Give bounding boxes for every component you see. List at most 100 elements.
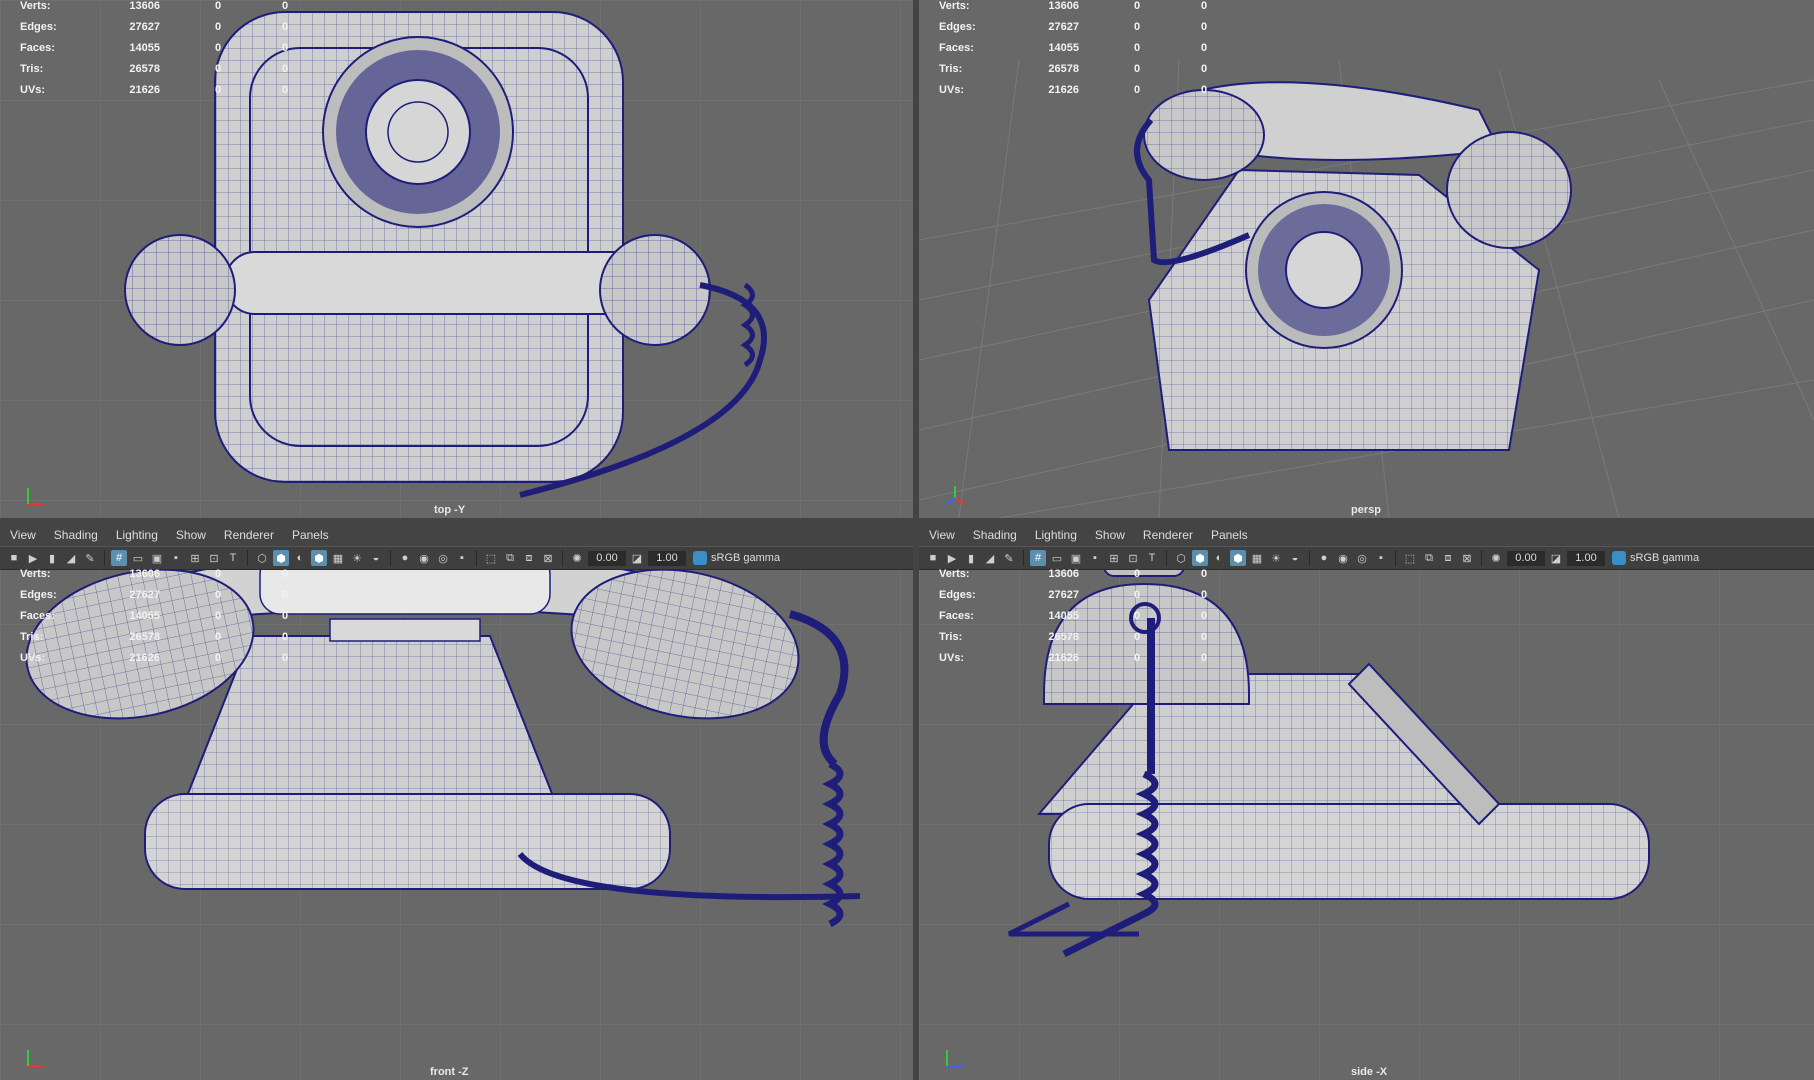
motion-blur-icon[interactable]: ◉ <box>1335 550 1351 566</box>
grease-pencil-icon[interactable]: ✎ <box>82 550 98 566</box>
toolbar-separator <box>1166 550 1167 566</box>
camera-label-front: front -Z <box>430 1066 469 1078</box>
toolbar-separator <box>104 550 105 566</box>
smooth-shade-icon[interactable]: ⬢ <box>273 550 289 566</box>
axis-gizmo-icon <box>27 1050 44 1067</box>
motion-blur-icon[interactable]: ◉ <box>416 550 432 566</box>
menu-show[interactable]: Show <box>1095 528 1125 542</box>
textured-icon[interactable]: ▦ <box>1249 550 1265 566</box>
menu-lighting[interactable]: Lighting <box>116 528 158 542</box>
gamma-icon[interactable]: ◪ <box>629 550 645 566</box>
bookmark-icon[interactable]: ▮ <box>44 550 60 566</box>
grid-icon[interactable]: # <box>111 550 127 566</box>
menu-panels[interactable]: Panels <box>1211 528 1248 542</box>
axis-gizmo-icon <box>946 1050 963 1067</box>
isolate-select-icon[interactable]: ⬚ <box>1402 550 1418 566</box>
viewport-top[interactable]: Verts: 13606 0 0 Edges: 27627 0 0 Faces: 14055 0… <box>0 0 913 518</box>
viewport-menubar-side: View Shading Lighting Show Renderer Pane… <box>919 524 1814 546</box>
color-management-icon <box>1612 551 1626 565</box>
viewport-side[interactable]: View Shading Lighting Show Renderer Pane… <box>919 524 1814 1080</box>
resolution-gate-icon[interactable]: ▣ <box>1068 550 1084 566</box>
exposure-icon[interactable]: ✺ <box>569 550 585 566</box>
shadows-icon[interactable]: ◒ <box>1287 550 1303 566</box>
default-material-icon[interactable]: ◐ <box>1211 550 1227 566</box>
xray-active-icon[interactable]: ⧈ <box>1440 550 1456 566</box>
exposure-icon[interactable]: ✺ <box>1488 550 1504 566</box>
menu-shading[interactable]: Shading <box>54 528 98 542</box>
isolate-select-icon[interactable]: ⬚ <box>483 550 499 566</box>
depth-of-field-icon[interactable]: ▪ <box>1373 550 1389 566</box>
color-space-label: sRGB gamma <box>711 552 781 564</box>
viewport-persp[interactable]: Verts: 13606 0 0 Edges: 27627 0 0 Faces: 14055 0… <box>919 0 1814 518</box>
viewport-front[interactable]: View Shading Lighting Show Renderer Pane… <box>0 524 913 1080</box>
safe-title-icon[interactable]: T <box>1144 550 1160 566</box>
safe-action-icon[interactable]: ⊡ <box>1125 550 1141 566</box>
xray-icon[interactable]: ⧉ <box>1421 550 1437 566</box>
field-chart-icon[interactable]: ⊞ <box>187 550 203 566</box>
xray-icon[interactable]: ⧉ <box>502 550 518 566</box>
default-material-icon[interactable]: ◐ <box>292 550 308 566</box>
camera-label-persp: persp <box>1351 504 1381 516</box>
menu-panels[interactable]: Panels <box>292 528 329 542</box>
ambient-occlusion-icon[interactable]: ● <box>1316 550 1332 566</box>
lights-icon[interactable]: ☀ <box>1268 550 1284 566</box>
camera-attributes-icon[interactable]: ▶ <box>25 550 41 566</box>
xray-active-icon[interactable]: ⧈ <box>521 550 537 566</box>
safe-title-icon[interactable]: T <box>225 550 241 566</box>
camera-attributes-icon[interactable]: ▶ <box>944 550 960 566</box>
toolbar-separator <box>1395 550 1396 566</box>
viewport-toolbar-front: ■ ▶ ▮ ◢ ✎ # ▭ ▣ ▪ ⊞ ⊡ T ⬡ ⬢ ◐ ⬢ ▦ ☀ ◒ ● … <box>0 546 913 570</box>
ambient-occlusion-icon[interactable]: ● <box>397 550 413 566</box>
toolbar-separator <box>390 550 391 566</box>
exposure-field[interactable] <box>588 550 626 566</box>
image-plane-icon[interactable]: ◢ <box>63 550 79 566</box>
wireframe-icon[interactable]: ⬡ <box>254 550 270 566</box>
textured-icon[interactable]: ▦ <box>330 550 346 566</box>
image-plane-icon[interactable]: ◢ <box>982 550 998 566</box>
grid-icon[interactable]: # <box>1030 550 1046 566</box>
xray-joints-icon[interactable]: ⊠ <box>1459 550 1475 566</box>
camera-select-icon[interactable]: ■ <box>6 550 22 566</box>
menu-renderer[interactable]: Renderer <box>224 528 274 542</box>
camera-label-side: side -X <box>1351 1066 1388 1078</box>
gate-mask-icon[interactable]: ▪ <box>168 550 184 566</box>
color-management-icon <box>693 551 707 565</box>
film-gate-icon[interactable]: ▭ <box>130 550 146 566</box>
anti-aliasing-icon[interactable]: ◎ <box>1354 550 1370 566</box>
wireframe-icon[interactable]: ⬡ <box>1173 550 1189 566</box>
color-space-selector[interactable]: sRGB gamma <box>689 551 784 565</box>
gamma-field[interactable] <box>648 550 686 566</box>
menu-show[interactable]: Show <box>176 528 206 542</box>
persp-view-scene <box>919 59 1814 518</box>
gamma-icon[interactable]: ◪ <box>1548 550 1564 566</box>
wireframe-on-shaded-icon[interactable]: ⬢ <box>311 550 327 566</box>
resolution-gate-icon[interactable]: ▣ <box>149 550 165 566</box>
viewport-menubar-front: View Shading Lighting Show Renderer Pane… <box>0 524 913 546</box>
shadows-icon[interactable]: ◒ <box>368 550 384 566</box>
top-view-scene <box>0 0 913 518</box>
xray-joints-icon[interactable]: ⊠ <box>540 550 556 566</box>
toolbar-separator <box>476 550 477 566</box>
menu-view[interactable]: View <box>929 528 955 542</box>
color-space-selector[interactable]: sRGB gamma <box>1608 551 1703 565</box>
toolbar-separator <box>1309 550 1310 566</box>
menu-shading[interactable]: Shading <box>973 528 1017 542</box>
smooth-shade-icon[interactable]: ⬢ <box>1192 550 1208 566</box>
menu-view[interactable]: View <box>10 528 36 542</box>
field-chart-icon[interactable]: ⊞ <box>1106 550 1122 566</box>
depth-of-field-icon[interactable]: ▪ <box>454 550 470 566</box>
menu-renderer[interactable]: Renderer <box>1143 528 1193 542</box>
safe-action-icon[interactable]: ⊡ <box>206 550 222 566</box>
grease-pencil-icon[interactable]: ✎ <box>1001 550 1017 566</box>
bookmark-icon[interactable]: ▮ <box>963 550 979 566</box>
exposure-field[interactable] <box>1507 550 1545 566</box>
film-gate-icon[interactable]: ▭ <box>1049 550 1065 566</box>
toolbar-separator <box>562 550 563 566</box>
menu-lighting[interactable]: Lighting <box>1035 528 1077 542</box>
camera-select-icon[interactable]: ■ <box>925 550 941 566</box>
lights-icon[interactable]: ☀ <box>349 550 365 566</box>
anti-aliasing-icon[interactable]: ◎ <box>435 550 451 566</box>
gamma-field[interactable] <box>1567 550 1605 566</box>
gate-mask-icon[interactable]: ▪ <box>1087 550 1103 566</box>
wireframe-on-shaded-icon[interactable]: ⬢ <box>1230 550 1246 566</box>
